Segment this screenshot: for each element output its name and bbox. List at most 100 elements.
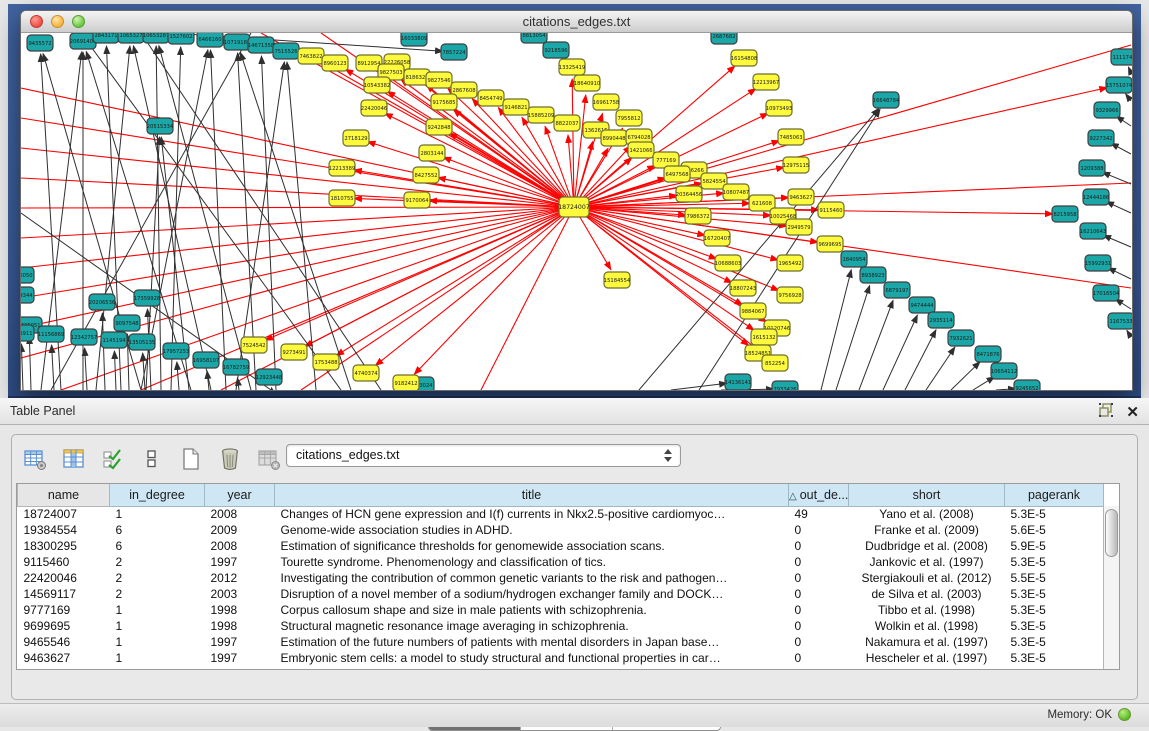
graph-node[interactable]: 16961758 — [593, 94, 619, 110]
table-row[interactable]: 1872400712008Changes of HCN gene express… — [18, 506, 1104, 522]
graph-node[interactable]: 8454749 — [478, 90, 504, 106]
graph-node[interactable]: 8822037 — [554, 115, 580, 131]
graph-node[interactable]: 8813054 — [521, 33, 547, 43]
table-row[interactable]: 911546021997Tourette syndrome. Phenomeno… — [18, 554, 1104, 570]
graph-node[interactable]: 7485063 — [778, 129, 804, 145]
graph-node[interactable]: 15751074 — [1106, 77, 1132, 93]
graph-node[interactable]: 9218596 — [543, 42, 569, 58]
graph-node[interactable]: 1753488 — [313, 354, 339, 370]
graph-node[interactable]: 12342757 — [71, 329, 97, 345]
graph-node[interactable]: 9115460 — [818, 202, 844, 218]
network-canvas[interactable]: 9435572206914062843171106532710653287152… — [21, 33, 1132, 390]
graph-node[interactable]: 9463627 — [788, 189, 814, 205]
graph-node[interactable]: 9097548 — [114, 315, 140, 331]
graph-node[interactable]: 10807487 — [723, 184, 749, 200]
graph-node[interactable]: 16782759 — [223, 359, 249, 375]
graph-node[interactable]: 16958107 — [193, 352, 219, 368]
graph-node[interactable]: 9329966 — [1094, 102, 1120, 118]
row-height-icon[interactable] — [139, 446, 165, 472]
graph-node[interactable]: 9474444 — [909, 297, 935, 313]
graph-node[interactable]: 852254 — [762, 355, 788, 371]
graph-node[interactable]: 17359928 — [134, 290, 160, 306]
graph-node[interactable]: 2843171 — [93, 33, 119, 43]
graph-node[interactable]: 20364456 — [676, 186, 702, 202]
graph-node[interactable]: 9170064 — [404, 192, 430, 208]
graph-node[interactable]: 9273491 — [281, 344, 307, 360]
graph-node[interactable]: 1965492 — [777, 255, 803, 271]
graph-node[interactable]: 10719185 — [224, 34, 250, 50]
table-row[interactable]: 1456911722003Disruption of a novel membe… — [18, 586, 1104, 602]
scrollbar-thumb[interactable] — [1105, 509, 1118, 557]
table-row[interactable]: 1830029562008Estimation of significance … — [18, 538, 1104, 554]
graph-node[interactable]: 4740374 — [353, 365, 379, 381]
graph-node[interactable]: 9827546 — [426, 72, 452, 88]
graph-node[interactable]: 9245652 — [1014, 380, 1040, 390]
graph-node[interactable]: 8427552 — [413, 167, 439, 183]
graph-node[interactable]: 7933426 — [772, 381, 798, 390]
close-button[interactable] — [30, 15, 43, 28]
table-selector-dropdown[interactable]: citations_edges.txt — [286, 444, 681, 467]
table-settings-icon[interactable] — [22, 446, 48, 472]
graph-node[interactable]: 16210643 — [1080, 223, 1106, 239]
graph-node[interactable]: 18807243 — [730, 280, 756, 296]
graph-node[interactable]: 15885209 — [528, 107, 554, 123]
float-panel-icon[interactable] — [1098, 402, 1114, 423]
graph-node[interactable]: 1065327 — [118, 33, 144, 43]
column-header-out_de[interactable]: △out_de... — [789, 484, 849, 506]
column-header-title[interactable]: title — [275, 484, 789, 506]
graph-node[interactable]: 1810755 — [329, 190, 355, 206]
graph-node[interactable]: 7955812 — [616, 110, 642, 126]
graph-node[interactable]: 9227342 — [1088, 130, 1114, 146]
graph-node[interactable]: 8990448 — [601, 130, 627, 146]
graph-node[interactable]: 9699695 — [817, 236, 843, 252]
graph-node[interactable]: 12975115 — [783, 157, 809, 173]
graph-node[interactable]: 7524542 — [241, 337, 267, 353]
graph-node[interactable]: 10973493 — [766, 100, 792, 116]
graph-node[interactable]: 17957253 — [163, 343, 189, 359]
column-header-in_degree[interactable]: in_degree — [110, 484, 205, 506]
graph-node[interactable]: 9175685 — [431, 94, 457, 110]
zoom-button[interactable] — [72, 15, 85, 28]
graph-node[interactable]: 8471876 — [975, 346, 1001, 362]
graph-node[interactable]: 22420046 — [361, 100, 387, 116]
graph-node[interactable]: 15992931 — [1085, 255, 1111, 271]
column-header-year[interactable]: year — [205, 484, 275, 506]
graph-node[interactable]: 1209388 — [1079, 160, 1105, 176]
graph-node[interactable]: 9242848 — [426, 119, 452, 135]
graph-node[interactable]: 9146821 — [503, 99, 529, 115]
show-columns-icon[interactable] — [61, 446, 87, 472]
graph-node[interactable]: 7932621 — [948, 330, 974, 346]
graph-node[interactable]: 13325419 — [559, 59, 585, 75]
graph-node[interactable]: 7463822 — [298, 48, 324, 64]
table-row[interactable]: 946362711997Embryonic stem cells: a mode… — [18, 650, 1104, 666]
table-row[interactable]: 969969511998Structural magnetic resonanc… — [18, 618, 1104, 634]
close-panel-icon[interactable]: ✕ — [1126, 404, 1139, 422]
graph-node[interactable]: 1111745 — [1111, 49, 1132, 65]
column-header-pagerank[interactable]: pagerank — [1005, 484, 1104, 506]
graph-node[interactable]: 1527602 — [168, 33, 194, 44]
graph-node[interactable]: 14671358 — [248, 37, 274, 53]
graph-node[interactable]: 20515334 — [147, 118, 174, 134]
graph-node[interactable]: 2935114 — [928, 312, 954, 328]
graph-node[interactable]: 9182412 — [393, 375, 419, 390]
graph-node[interactable]: 8215958 — [1052, 206, 1078, 222]
graph-node[interactable]: 1519344 — [21, 287, 34, 303]
graph-node[interactable]: 2687682 — [711, 33, 737, 44]
table-row[interactable]: 2242004622012Investigating the contribut… — [18, 570, 1104, 586]
graph-node[interactable]: 12213967 — [753, 74, 779, 90]
graph-node[interactable]: 20691406 — [70, 33, 96, 49]
graph-node[interactable]: 7857224 — [441, 44, 467, 60]
graph-node[interactable]: 16648784 — [873, 92, 900, 108]
node-table-grid[interactable]: namein_degreeyeartitle△out_de...shortpag… — [17, 484, 1104, 666]
graph-node[interactable]: 10543382 — [364, 77, 390, 93]
graph-node[interactable]: 16720407 — [704, 230, 730, 246]
column-header-short[interactable]: short — [849, 484, 1005, 506]
graph-node[interactable]: 1615132 — [751, 329, 777, 345]
graph-node[interactable]: 7515526 — [273, 43, 299, 59]
graph-node[interactable]: 2803144 — [419, 145, 445, 161]
graph-node[interactable]: 12923448 — [256, 369, 282, 385]
graph-node[interactable]: 9884067 — [740, 303, 766, 319]
new-table-icon[interactable] — [178, 446, 204, 472]
graph-node[interactable]: 1145194 — [101, 332, 127, 348]
graph-node[interactable]: 14136141 — [725, 374, 751, 390]
